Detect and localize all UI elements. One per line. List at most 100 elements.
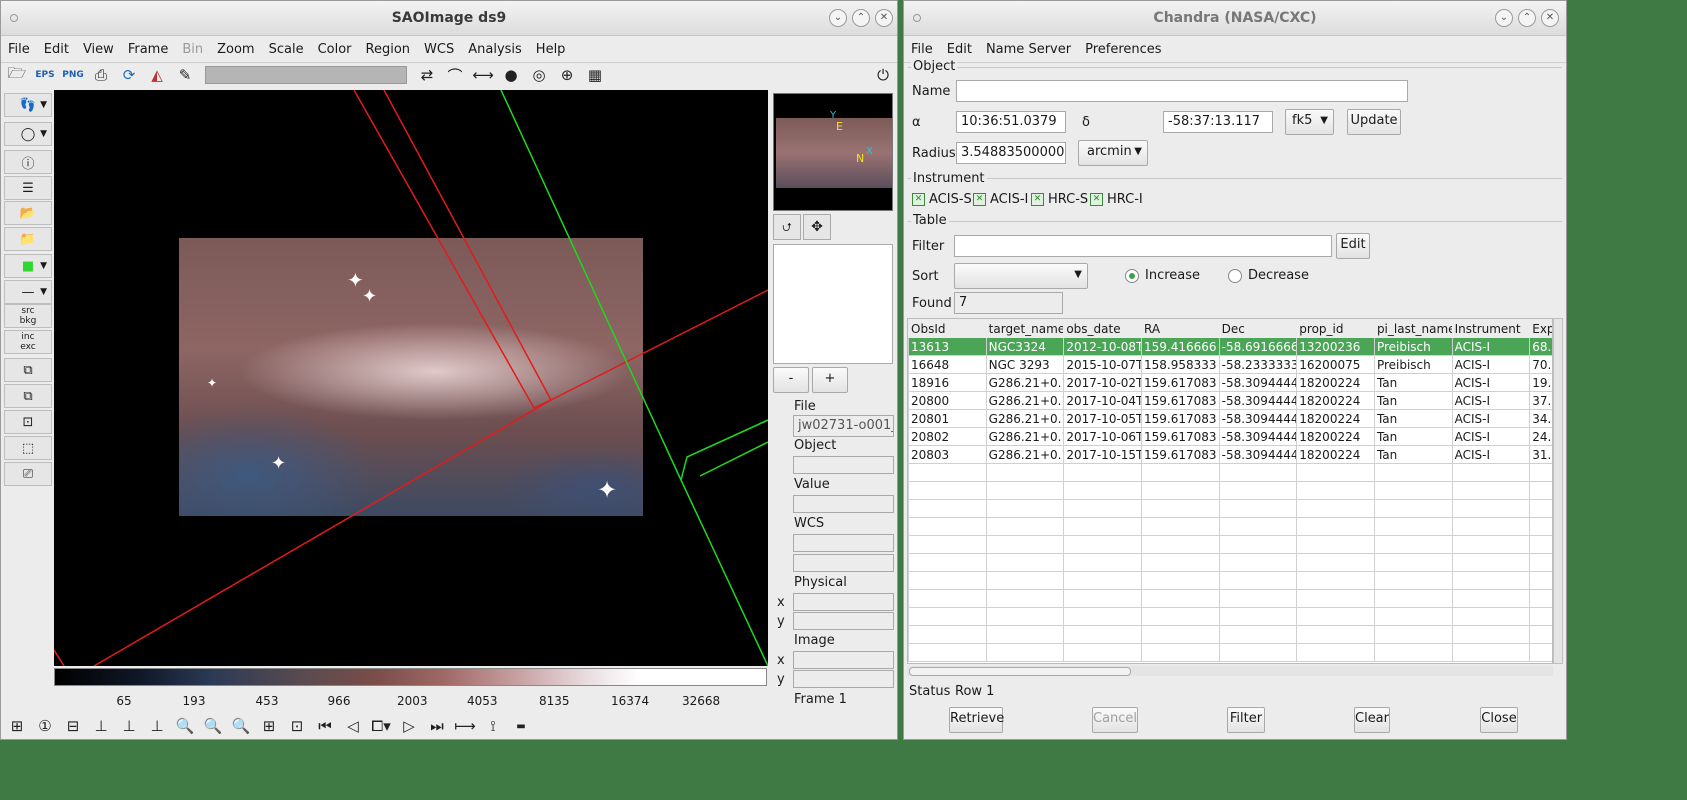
menu-help[interactable]: Help xyxy=(529,42,573,57)
table-cell[interactable]: 18200224 xyxy=(1296,409,1375,428)
name-input[interactable] xyxy=(956,80,1408,102)
table-cell[interactable]: 18916 xyxy=(908,373,987,392)
table-cell[interactable]: Tan xyxy=(1373,391,1453,410)
column-header-obsid[interactable]: ObsId xyxy=(908,319,987,338)
table-cell[interactable]: 13613 xyxy=(908,337,987,356)
table-cell[interactable]: ACIS-I xyxy=(1451,409,1531,428)
menu-analysis[interactable]: Analysis xyxy=(461,42,529,57)
column-header-prop_id[interactable]: prop_id xyxy=(1296,319,1375,338)
column-header-expos[interactable]: Expos xyxy=(1529,319,1552,338)
table-cell[interactable]: 16200075 xyxy=(1296,355,1375,374)
table-cell[interactable]: 20802 xyxy=(908,427,987,446)
filter-edit-button[interactable]: Edit xyxy=(1336,233,1370,259)
table-cell[interactable]: 31.94 xyxy=(1529,445,1552,464)
delta-input[interactable]: -58:37:13.117 xyxy=(1163,111,1273,133)
table-cell[interactable]: 13200236 xyxy=(1296,337,1375,356)
table-cell[interactable]: -58.2333333 xyxy=(1218,355,1298,374)
maximize-icon[interactable]: ⌃ xyxy=(852,9,870,27)
hrc-s-checkbox[interactable]: ✕ HRC-S xyxy=(1031,192,1088,207)
radius-input[interactable]: 3.548835000000 xyxy=(956,142,1066,164)
green-region-box[interactable] xyxy=(680,419,768,481)
table-cell[interactable]: NGC3324 xyxy=(985,337,1065,356)
table-cell[interactable]: 158.958333 xyxy=(1140,355,1220,374)
table-cell[interactable]: ACIS-I xyxy=(1451,391,1531,410)
colorbar[interactable] xyxy=(54,668,767,686)
table-cell[interactable]: 37.59 xyxy=(1529,391,1552,410)
new-frame-icon[interactable]: ⊞ xyxy=(3,712,31,739)
table-cell[interactable]: 20803 xyxy=(908,445,987,464)
table-cell[interactable]: G286.21+0.1 xyxy=(985,427,1065,446)
select-none-tool[interactable]: ⬚ xyxy=(4,436,52,460)
chandra-titlebar[interactable]: Chandra (NASA/CXC) ⌄ ⌃ ✕ xyxy=(904,1,1566,36)
table-cell[interactable]: G286.21+0.1 xyxy=(985,391,1065,410)
horizontal-scrollbar-thumb[interactable] xyxy=(909,667,1131,676)
back-tool[interactable]: ⧉ xyxy=(4,384,52,408)
menu-edit[interactable]: Edit xyxy=(37,42,76,57)
front-tool[interactable]: ⧉ xyxy=(4,358,52,382)
menu-color[interactable]: Color xyxy=(311,42,359,57)
menu-frame[interactable]: Frame xyxy=(121,42,176,57)
contour-icon[interactable]: ◎ xyxy=(525,61,553,89)
table-row[interactable]: 16648 NGC 3293 2015-10-07T 158.958333 -58.23… xyxy=(908,355,1552,374)
table-cell[interactable]: 34.61 xyxy=(1529,409,1552,428)
update-button[interactable]: Update xyxy=(1347,109,1401,135)
results-table-container[interactable]: ObsId target_name obs_date RA Dec prop_id pi_l… xyxy=(907,318,1553,664)
info-tool[interactable]: ⓘ xyxy=(4,150,52,174)
horizontal-graph-icon[interactable]: ⟼ xyxy=(451,712,479,739)
table-cell[interactable]: 2017-10-04T xyxy=(1063,391,1142,410)
pan-arrows-icon[interactable]: ✥ xyxy=(803,214,831,240)
delete-frame-icon[interactable]: ⊟ xyxy=(59,712,87,739)
vertical-graph-icon[interactable]: ⟟ xyxy=(479,712,507,739)
rotate-north-icon[interactable]: ⮍ xyxy=(773,214,801,240)
cancel-button[interactable]: Cancel xyxy=(1092,707,1138,733)
table-cell[interactable]: 2017-10-05T xyxy=(1063,409,1142,428)
tile-icon[interactable]: ⊥ xyxy=(87,712,115,739)
last-frame-icon[interactable]: ⏭ xyxy=(423,712,451,739)
minimize-icon[interactable]: ⌄ xyxy=(829,9,847,27)
table-cell[interactable]: -58.3094444 xyxy=(1218,391,1298,410)
zoom-frame-icon[interactable]: ⊞ xyxy=(255,712,283,739)
menu-preferences[interactable]: Preferences xyxy=(1078,42,1168,57)
sort-select[interactable]: ▼ xyxy=(954,263,1088,289)
close-icon[interactable]: ✕ xyxy=(875,9,893,27)
zoom-in-button[interactable]: + xyxy=(812,367,848,393)
table-cell[interactable]: Preibisch xyxy=(1373,355,1453,374)
crosshair-icon[interactable]: ⊕ xyxy=(553,61,581,89)
minimize-icon[interactable]: ⌄ xyxy=(1495,9,1513,27)
table-cell[interactable]: 18200224 xyxy=(1296,373,1375,392)
maximize-icon[interactable]: ⌃ xyxy=(1518,9,1536,27)
table-cell[interactable]: ACIS-I xyxy=(1451,445,1531,464)
circle-icon[interactable]: ● xyxy=(497,61,525,89)
vertical-scrollbar[interactable] xyxy=(1553,318,1563,664)
table-cell[interactable]: Preibisch xyxy=(1373,337,1453,356)
acis-i-checkbox[interactable]: ✕ ACIS-I xyxy=(973,192,1028,207)
table-cell[interactable]: G286.21+0.1 xyxy=(985,445,1065,464)
menu-file[interactable]: File xyxy=(904,42,940,57)
next-frame-icon[interactable]: ▷ xyxy=(395,712,423,739)
ruler-icon[interactable]: ⟷ xyxy=(469,61,497,89)
table-cell[interactable]: 19.7 xyxy=(1529,373,1552,392)
zoom-in-icon[interactable]: 🔍 xyxy=(171,712,199,739)
image-canvas[interactable]: ✦ ✦ ✦ ✦ ✦ xyxy=(54,90,768,666)
table-row[interactable]: 20803 G286.21+0.1 2017-10-15T 159.617083 -58… xyxy=(908,445,1552,464)
width-tool[interactable]: — ▼ xyxy=(4,280,52,304)
table-cell[interactable]: 16648 xyxy=(908,355,987,374)
shape-tool[interactable]: ◯ ▼ xyxy=(4,122,52,146)
crop-icon[interactable]: ⊡ xyxy=(283,712,311,739)
table-cell[interactable]: 159.617083 xyxy=(1140,427,1220,446)
menu-scale[interactable]: Scale xyxy=(262,42,311,57)
table-cell[interactable]: G286.21+0.1 xyxy=(985,409,1065,428)
open-folder-icon[interactable]: 🗁 xyxy=(3,61,31,89)
color-tool[interactable]: ■ ▼ xyxy=(4,254,52,278)
table-cell[interactable]: 159.416666 xyxy=(1140,337,1220,356)
column-header-ra[interactable]: RA xyxy=(1140,319,1220,338)
table-cell[interactable]: 18200224 xyxy=(1296,445,1375,464)
table-cell[interactable]: -58.6916666 xyxy=(1218,337,1298,356)
colorbar-icon[interactable]: ▬ xyxy=(507,712,535,739)
select-all-tool[interactable]: ⊡ xyxy=(4,410,52,434)
retrieve-button[interactable]: Retrieve xyxy=(949,707,1004,733)
table-cell[interactable]: Tan xyxy=(1373,409,1453,428)
table-cell[interactable]: Tan xyxy=(1373,427,1453,446)
green-region-line[interactable] xyxy=(500,90,768,666)
menu-view[interactable]: View xyxy=(76,42,121,57)
